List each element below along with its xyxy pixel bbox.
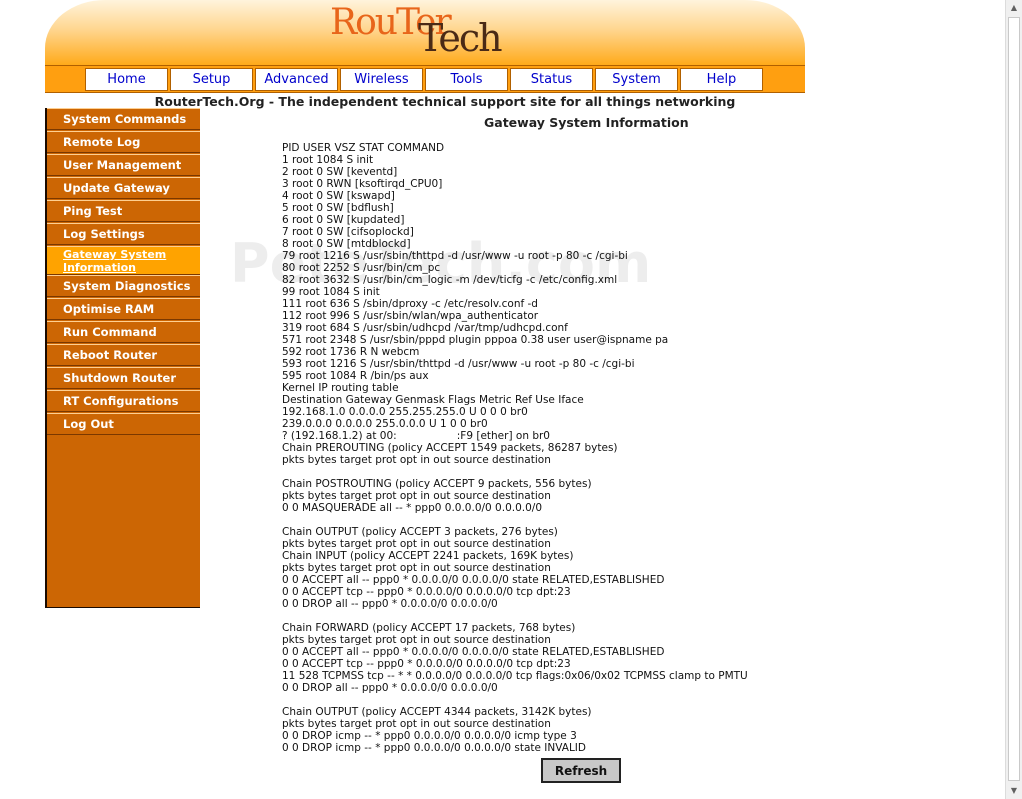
output-line: pkts bytes target prot opt in out source… [282, 562, 551, 574]
output-line: 6 root 0 SW [kupdated] [282, 214, 405, 226]
sidebar-item-ping-test[interactable]: Ping Test [47, 200, 200, 222]
output-line: Kernel IP routing table [282, 382, 399, 394]
routertech-logo[interactable]: RouTer Tech [330, 2, 520, 62]
page-title: Gateway System Information [484, 115, 689, 130]
scrollbar-thumb[interactable] [1008, 17, 1020, 781]
output-line: 82 root 3632 S /usr/bin/cm_logic -m /dev… [282, 274, 618, 286]
output-line: Chain POSTROUTING (policy ACCEPT 9 packe… [282, 478, 592, 490]
output-line: 192.168.1.0 0.0.0.0 255.255.255.0 U 0 0 … [282, 406, 528, 418]
nav-system[interactable]: System [595, 68, 678, 91]
output-line: Chain INPUT (policy ACCEPT 2241 packets,… [282, 550, 574, 562]
output-line: 593 root 1216 S /usr/sbin/thttpd -d /usr… [282, 358, 635, 370]
output-line: 239.0.0.0 0.0.0.0 255.0.0.0 U 1 0 0 br0 [282, 418, 488, 430]
sidebar-item-system-commands[interactable]: System Commands [47, 108, 200, 130]
output-line: 4 root 0 SW [kswapd] [282, 190, 395, 202]
top-nav-bar: Home Setup Advanced Wireless Tools Statu… [45, 65, 805, 93]
output-line: PID USER VSZ STAT COMMAND [282, 142, 445, 154]
output-line: Chain OUTPUT (policy ACCEPT 4344 packets… [282, 706, 592, 718]
output-line: 592 root 1736 R N webcm [282, 346, 420, 358]
sidebar-item-gateway-system-information[interactable]: Gateway System Information [47, 246, 200, 275]
output-line: 8 root 0 SW [mtdblockd] [282, 238, 411, 250]
output-line: 99 root 1084 S init [282, 286, 380, 298]
output-line: 0 0 DROP all -- ppp0 * 0.0.0.0/0 0.0.0.0… [282, 598, 498, 610]
output-line: 7 root 0 SW [cifsoplockd] [282, 226, 414, 238]
sidebar-item-rt-configurations[interactable]: RT Configurations [47, 390, 200, 412]
output-line: pkts bytes target prot opt in out source… [282, 634, 551, 646]
output-line: Chain FORWARD (policy ACCEPT 17 packets,… [282, 622, 576, 634]
nav-setup[interactable]: Setup [170, 68, 253, 91]
refresh-button[interactable]: Refresh [541, 758, 621, 783]
sidebar-item-update-gateway[interactable]: Update Gateway [47, 177, 200, 199]
output-line: 11 528 TCPMSS tcp -- * * 0.0.0.0/0 0.0.0… [282, 670, 748, 682]
output-line: 3 root 0 RWN [ksoftirqd_CPU0] [282, 178, 443, 190]
vertical-scrollbar[interactable]: ▲ ▼ [1005, 0, 1022, 799]
output-line: 0 0 DROP icmp -- * ppp0 0.0.0.0/0 0.0.0.… [282, 742, 586, 754]
output-line: 595 root 1084 R /bin/ps aux [282, 370, 429, 382]
output-line: 571 root 2348 S /usr/sbin/pppd plugin pp… [282, 334, 669, 346]
output-line: pkts bytes target prot opt in out source… [282, 718, 551, 730]
scroll-down-icon[interactable]: ▼ [1006, 783, 1022, 799]
output-line: 111 root 636 S /sbin/dproxy -c /etc/reso… [282, 298, 538, 310]
output-line: 1 root 1084 S init [282, 154, 374, 166]
output-line: 0 0 ACCEPT all -- ppp0 * 0.0.0.0/0 0.0.0… [282, 646, 665, 658]
scroll-up-icon[interactable]: ▲ [1006, 0, 1022, 16]
sidebar-item-remote-log[interactable]: Remote Log [47, 131, 200, 153]
output-line: 5 root 0 SW [bdflush] [282, 202, 394, 214]
output-line: pkts bytes target prot opt in out source… [282, 490, 551, 502]
sidebar-item-log-out[interactable]: Log Out [47, 413, 200, 435]
nav-status[interactable]: Status [510, 68, 593, 91]
output-line: 79 root 1216 S /usr/sbin/thttpd -d /usr/… [282, 250, 628, 262]
output-line: pkts bytes target prot opt in out source… [282, 454, 551, 466]
sidebar-item-system-diagnostics[interactable]: System Diagnostics [47, 275, 200, 297]
output-line: 80 root 2252 S /usr/bin/cm_pc [282, 262, 441, 274]
logo-text-tech: Tech [418, 16, 503, 60]
nav-wireless[interactable]: Wireless [340, 68, 423, 91]
sidebar-item-optimise-ram[interactable]: Optimise RAM [47, 298, 200, 320]
sidebar-item-run-command[interactable]: Run Command [47, 321, 200, 343]
output-line: 319 root 684 S /usr/sbin/udhcpd /var/tmp… [282, 322, 568, 334]
sidebar-item-reboot-router[interactable]: Reboot Router [47, 344, 200, 366]
site-tagline: RouterTech.Org - The independent technic… [154, 94, 736, 109]
nav-home[interactable]: Home [85, 68, 168, 91]
system-info-output: PID USER VSZ STAT COMMAND 1 root 1084 S … [282, 142, 748, 754]
nav-tools[interactable]: Tools [425, 68, 508, 91]
output-line: 0 0 ACCEPT tcp -- ppp0 * 0.0.0.0/0 0.0.0… [282, 658, 571, 670]
sidebar-item-user-management[interactable]: User Management [47, 154, 200, 176]
output-line: 0 0 DROP icmp -- * ppp0 0.0.0.0/0 0.0.0.… [282, 730, 577, 742]
sidebar-menu: System Commands Remote Log User Manageme… [45, 108, 200, 608]
sidebar-item-shutdown-router[interactable]: Shutdown Router [47, 367, 200, 389]
output-line: 0 0 DROP all -- ppp0 * 0.0.0.0/0 0.0.0.0… [282, 682, 498, 694]
output-line: 0 0 ACCEPT all -- ppp0 * 0.0.0.0/0 0.0.0… [282, 574, 665, 586]
output-line: Chain PREROUTING (policy ACCEPT 1549 pac… [282, 442, 618, 454]
output-line: Destination Gateway Genmask Flags Metric… [282, 394, 584, 406]
output-line: 0 0 ACCEPT tcp -- ppp0 * 0.0.0.0/0 0.0.0… [282, 586, 571, 598]
nav-advanced[interactable]: Advanced [255, 68, 338, 91]
output-line: Chain OUTPUT (policy ACCEPT 3 packets, 2… [282, 526, 558, 538]
output-line: ? (192.168.1.2) at 00: :F9 [ether] on br… [282, 430, 550, 442]
output-line: 0 0 MASQUERADE all -- * ppp0 0.0.0.0/0 0… [282, 502, 543, 514]
header-banner: RouTer Tech [45, 0, 805, 65]
sidebar-item-log-settings[interactable]: Log Settings [47, 223, 200, 245]
nav-help[interactable]: Help [680, 68, 763, 91]
output-line: pkts bytes target prot opt in out source… [282, 538, 551, 550]
output-line: 112 root 996 S /usr/sbin/wlan/wpa_authen… [282, 310, 539, 322]
output-line: 2 root 0 SW [keventd] [282, 166, 398, 178]
